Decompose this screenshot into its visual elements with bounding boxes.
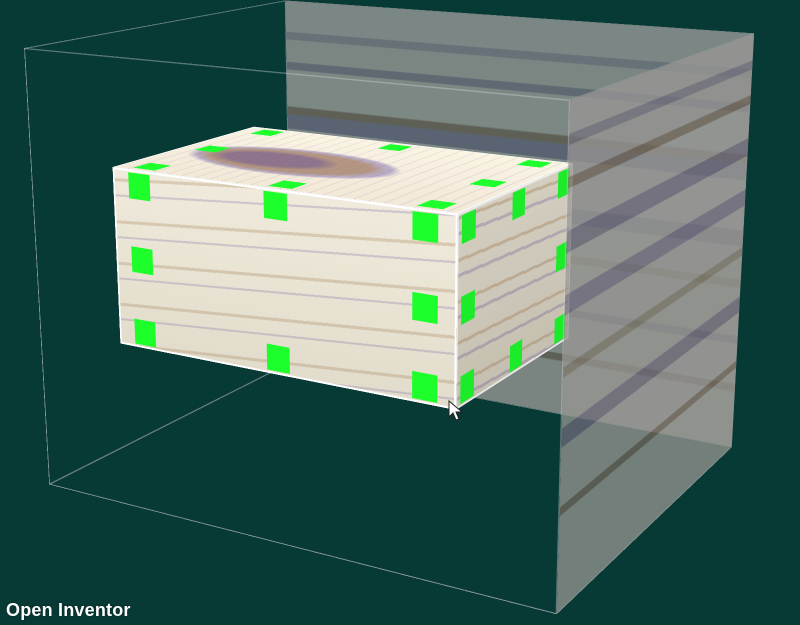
- watermark: Open Inventor: [6, 600, 131, 621]
- outer-wall-right: [557, 33, 755, 614]
- viewport-3d[interactable]: [0, 0, 800, 625]
- outer-wall-front: [24, 48, 570, 614]
